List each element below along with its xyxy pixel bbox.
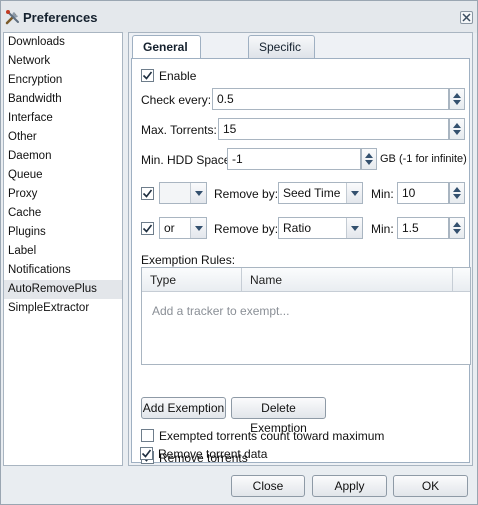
- exemption-rules-table[interactable]: Type Name Add a tracker to exempt...: [141, 267, 471, 365]
- sidebar-item-downloads[interactable]: Downloads: [4, 33, 122, 52]
- close-icon: [462, 13, 471, 22]
- enable-checkbox[interactable]: [141, 69, 154, 82]
- rule1-remove-by-label: Remove by:: [214, 187, 279, 201]
- sidebar-item-daemon[interactable]: Daemon: [4, 147, 122, 166]
- sidebar-item-notifications[interactable]: Notifications: [4, 261, 122, 280]
- column-header-name[interactable]: Name: [242, 268, 282, 292]
- sidebar-item-autoremoveplus[interactable]: AutoRemovePlus: [4, 280, 122, 299]
- titlebar: Preferences: [1, 1, 477, 33]
- sidebar-item-plugins[interactable]: Plugins: [4, 223, 122, 242]
- checkmark-icon: [141, 449, 152, 458]
- remove-data-checkbox[interactable]: [140, 447, 153, 460]
- general-settings-pane: Enable Check every: 0.5 Max. Torrents: 1…: [131, 58, 471, 465]
- max-torrents-spinner[interactable]: [449, 118, 465, 140]
- chevron-down-icon: [346, 218, 362, 238]
- column-header-type[interactable]: Type: [142, 268, 242, 292]
- rule1-operator-select[interactable]: [159, 182, 207, 204]
- count-toward-max-label: Exempted torrents count toward maximum: [159, 429, 385, 443]
- max-torrents-input[interactable]: 15: [218, 118, 449, 140]
- exemption-rules-label: Exemption Rules:: [141, 253, 236, 267]
- rule2-checkbox[interactable]: [141, 222, 154, 235]
- sidebar-item-label[interactable]: Label: [4, 242, 122, 261]
- min-hdd-spinner[interactable]: [361, 148, 377, 170]
- checkmark-icon: [142, 224, 153, 233]
- check-every-spinner[interactable]: [449, 88, 465, 110]
- delete-exemption-button[interactable]: Delete Exemption: [231, 397, 326, 435]
- rule2-operator-value: or: [164, 221, 175, 235]
- rule2-min-input[interactable]: 1.5: [397, 217, 449, 239]
- count-toward-max-checkbox[interactable]: [141, 429, 154, 442]
- category-list: Downloads Network Encryption Bandwidth Inter…: [3, 32, 123, 466]
- add-exemption-button[interactable]: Add Exemption: [141, 397, 226, 419]
- sidebar-item-encryption[interactable]: Encryption: [4, 71, 122, 90]
- min-hdd-input[interactable]: -1: [227, 148, 361, 170]
- check-every-label: Check every:: [141, 93, 212, 107]
- checkmark-icon: [142, 71, 153, 80]
- apply-button[interactable]: Apply: [312, 475, 387, 497]
- check-every-input[interactable]: 0.5: [212, 88, 449, 110]
- sidebar-item-other[interactable]: Other: [4, 128, 122, 147]
- rule2-operator-select[interactable]: or: [159, 217, 207, 239]
- sidebar-item-cache[interactable]: Cache: [4, 204, 122, 223]
- max-torrents-label: Max. Torrents:: [141, 123, 217, 137]
- tab-general-settings[interactable]: General Settings: [132, 35, 202, 76]
- chevron-down-icon: [190, 218, 206, 238]
- sidebar-item-simpleextractor[interactable]: SimpleExtractor: [4, 299, 122, 318]
- tools-icon: [5, 9, 21, 25]
- ok-button[interactable]: OK: [393, 475, 468, 497]
- rule1-checkbox[interactable]: [141, 187, 154, 200]
- plugin-settings-panel: General Settings Specific Remove Rules E…: [128, 32, 473, 466]
- window-title: Preferences: [23, 10, 98, 25]
- rule2-remove-by-value: Ratio: [283, 221, 312, 235]
- rule1-min-spinner[interactable]: [449, 182, 465, 204]
- enable-label: Enable: [159, 69, 197, 83]
- sidebar-item-network[interactable]: Network: [4, 52, 122, 71]
- rule1-min-input[interactable]: 10: [397, 182, 449, 204]
- sidebar-item-bandwidth[interactable]: Bandwidth: [4, 90, 122, 109]
- remove-data-label: Remove torrent data: [158, 447, 268, 461]
- close-window-button[interactable]: [460, 11, 473, 24]
- column-divider: [452, 268, 453, 292]
- sidebar-item-interface[interactable]: Interface: [4, 109, 122, 128]
- chevron-down-icon: [346, 183, 362, 203]
- rule2-remove-by-label: Remove by:: [214, 222, 279, 236]
- rule2-min-spinner[interactable]: [449, 217, 465, 239]
- min-hdd-unit-label: GB (-1 for infinite): [380, 153, 467, 165]
- sidebar-item-queue[interactable]: Queue: [4, 166, 122, 185]
- exemption-table-header: Type Name: [142, 268, 470, 292]
- rule2-remove-by-select[interactable]: Ratio: [278, 217, 363, 239]
- close-button[interactable]: Close: [231, 475, 305, 497]
- checkmark-icon: [142, 189, 153, 198]
- rule1-remove-by-value: Seed Time: [283, 186, 341, 200]
- exemption-empty-text: Add a tracker to exempt...: [152, 304, 290, 318]
- preferences-window: Preferences Downloads Network Encryption Ba…: [0, 0, 478, 505]
- min-hdd-label: Min. HDD Space:: [141, 153, 234, 167]
- tab-specific-remove-rules[interactable]: Specific Remove Rules: [248, 35, 315, 98]
- chevron-down-icon: [190, 183, 206, 203]
- sidebar-item-proxy[interactable]: Proxy: [4, 185, 122, 204]
- rule2-min-label: Min:: [371, 222, 394, 236]
- rule1-min-label: Min:: [371, 187, 394, 201]
- rule1-remove-by-select[interactable]: Seed Time: [278, 182, 363, 204]
